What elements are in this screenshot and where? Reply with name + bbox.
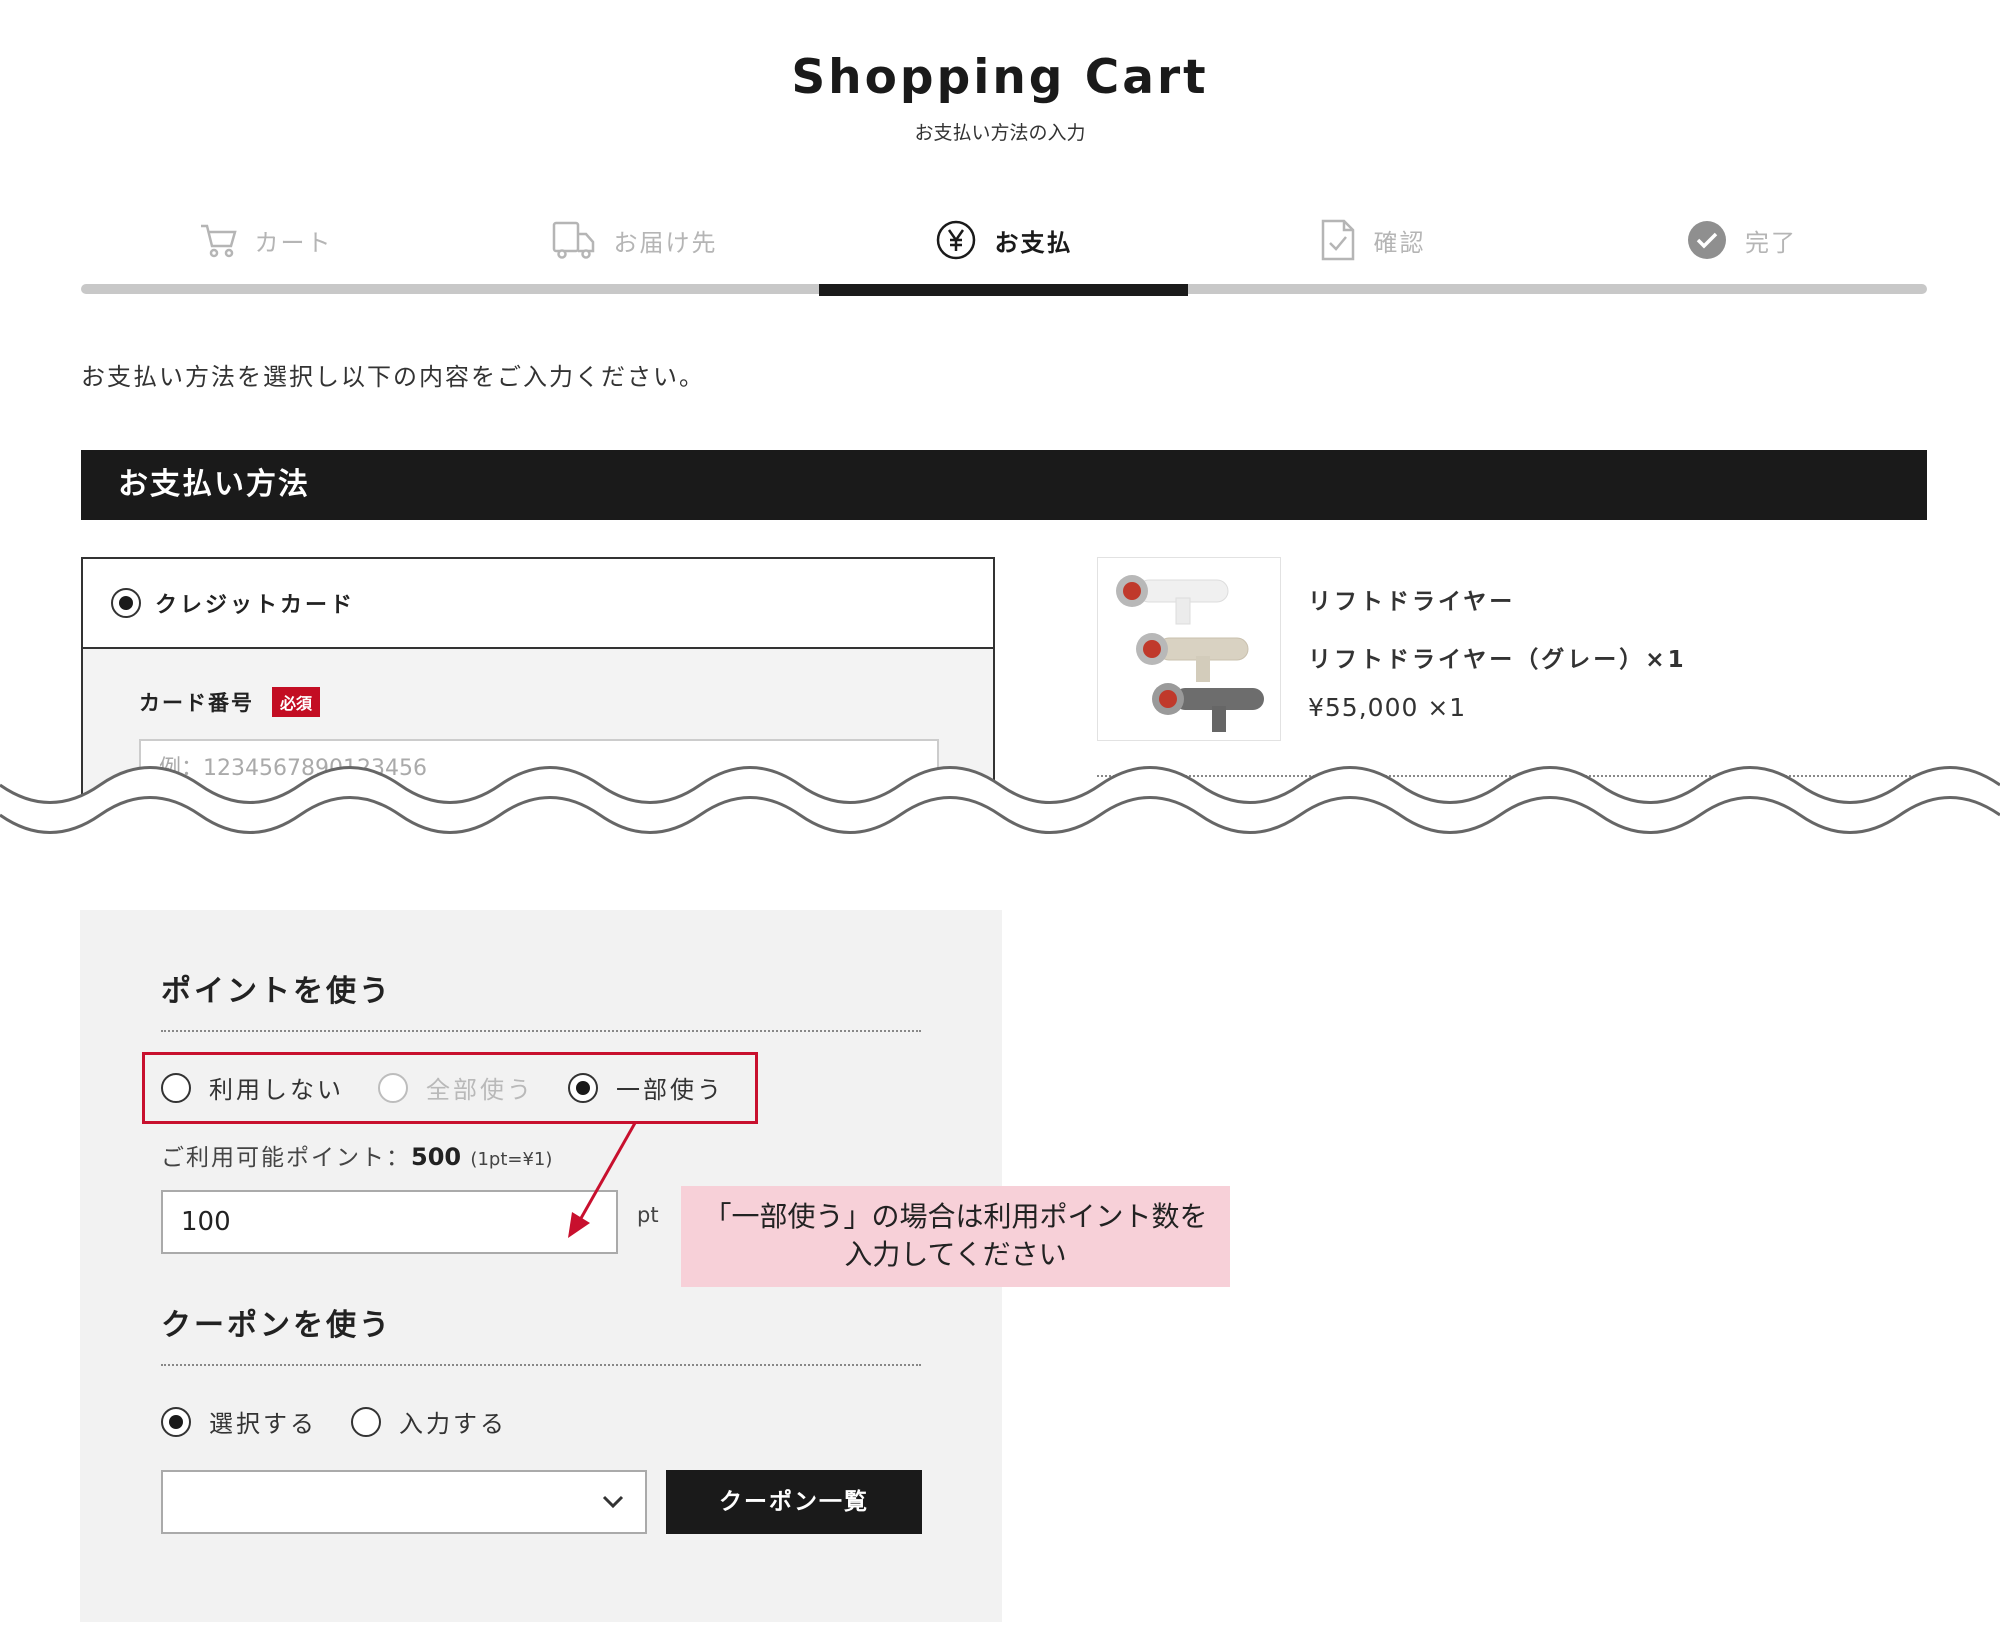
payment-section-heading: お支払い方法 [81, 450, 1927, 520]
coupon-enter-radio[interactable] [351, 1406, 381, 1437]
coupon-option-enter[interactable]: 入力する [351, 1404, 507, 1439]
step-complete: 完了 [1557, 210, 1927, 270]
step-cart: カート [81, 210, 450, 270]
page-subtitle: お支払い方法の入力 [914, 122, 1086, 144]
step-shipping: お届け先 [450, 210, 819, 270]
coupon-list-button[interactable]: クーポン一覧 [666, 1470, 922, 1534]
order-item: リフトドライヤー リフトドライヤー（グレー）×1 ¥55,000 ×1 [1097, 557, 1927, 782]
step-payment: お支払 [819, 210, 1188, 270]
page-break-wave [0, 766, 2000, 834]
credit-card-option[interactable]: クレジットカード [83, 559, 993, 649]
check-circle-icon [1688, 221, 1726, 259]
step-label: お届け先 [613, 228, 718, 257]
intro-text: お支払い方法を選択し以下の内容をご入力ください。 [81, 363, 705, 391]
available-points-value: 500 [411, 1143, 462, 1171]
product-variant: リフトドライヤー（グレー）×1 [1308, 647, 1687, 673]
points-rate: (1pt=¥1) [470, 1149, 553, 1170]
progress-active-segment [819, 284, 1188, 296]
available-points-label: ご利用可能ポイント： [161, 1145, 411, 1171]
step-confirm: 確認 [1188, 210, 1557, 270]
document-check-icon [1321, 219, 1354, 261]
step-label: お支払 [994, 228, 1073, 257]
points-input[interactable]: 100 [161, 1190, 618, 1254]
required-badge: 必須 [272, 687, 321, 717]
coupon-options: 選択する 入力する [161, 1404, 523, 1439]
annotation-arrow [568, 1122, 637, 1238]
coupon-option-select[interactable]: 選択する [161, 1404, 317, 1439]
checkout-steps: カート お届け先 お支払 確認 完了 [81, 210, 1927, 296]
card-number-label-row: カード番号 必須 [139, 687, 993, 717]
chevron-down-icon [602, 1495, 624, 1509]
cart-icon [200, 224, 237, 258]
available-points: ご利用可能ポイント：500 (1pt=¥1) [161, 1138, 552, 1172]
step-label: 完了 [1745, 228, 1797, 257]
annotation-callout: 「一部使う」の場合は利用ポイント数を 入力してください [681, 1186, 1230, 1287]
hair-dryer-image [1116, 575, 1264, 732]
points-divider [161, 1030, 921, 1032]
annotation-line2: 入力してください [844, 1238, 1067, 1271]
coupon-option-label: 入力する [399, 1410, 507, 1438]
card-number-label: カード番号 [139, 691, 254, 715]
truck-icon [552, 221, 594, 259]
credit-card-radio[interactable] [111, 588, 141, 618]
points-heading: ポイントを使う [161, 974, 392, 1009]
page-title: Shopping Cart [791, 50, 1209, 105]
coupon-option-label: 選択する [209, 1410, 317, 1438]
step-label: カート [254, 228, 333, 257]
coupon-select[interactable] [161, 1470, 647, 1534]
annotation-line1: 「一部使う」の場合は利用ポイント数を [703, 1200, 1208, 1233]
step-label: 確認 [1373, 228, 1426, 257]
product-image [1097, 557, 1281, 741]
coupon-divider [161, 1364, 921, 1366]
coupon-heading: クーポンを使う [161, 1308, 392, 1343]
yen-icon [936, 220, 975, 260]
product-price: ¥55,000 ×1 [1308, 693, 1467, 722]
coupon-select-radio[interactable] [161, 1406, 191, 1437]
credit-card-label: クレジットカード [155, 593, 356, 618]
annotation-highlight-box [142, 1052, 758, 1124]
product-name: リフトドライヤー [1308, 589, 1516, 615]
